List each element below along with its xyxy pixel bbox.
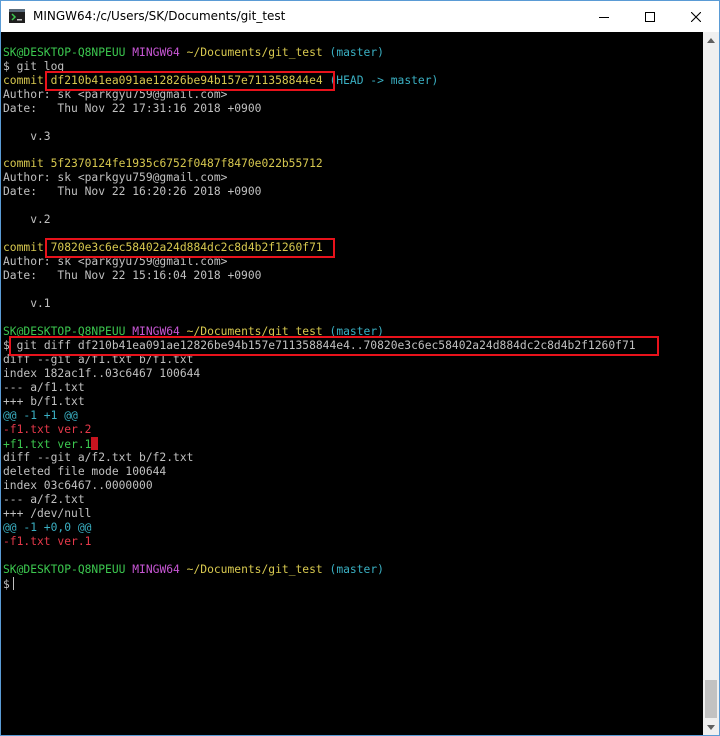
terminal-window: MINGW64:/c/Users/SK/Documents/git_test S… [0,0,720,736]
command-input-line[interactable]: $ [3,577,14,591]
text-cursor [12,577,14,590]
prompt-line: SK@DESKTOP-Q8NPEUU MINGW64 ~/Documents/g… [3,563,384,577]
diff-line: +++ /dev/null [3,507,91,521]
commit-line: commit 5f2370124fe1935c6752f0487f8470e02… [3,157,323,171]
commit-label: commit [3,241,44,254]
commit-hash: 5f2370124fe1935c6752f0487f8470e022b55712 [50,157,323,170]
diff-line: --- a/f1.txt [3,381,85,395]
prompt-branch: (master) [329,46,384,59]
commit-date: Date: Thu Nov 22 17:31:16 2018 +0900 [3,102,262,115]
prompt-user: SK@DESKTOP-Q8NPEUU [3,46,126,59]
vertical-scrollbar[interactable] [703,32,719,735]
diff-line-text: @@ -1 +1 @@ [3,409,78,422]
highlight-box-commit3-hash [45,238,335,258]
diff-line: +++ b/f1.txt [3,395,85,409]
diff-line: @@ -1 +1 @@ [3,409,78,423]
diff-line-text: -f1.txt ver.1 [3,535,92,548]
mingw-app-icon [9,9,25,23]
diff-line: -f1.txt ver.1 [3,535,91,549]
diff-line-text: @@ -1 +0,0 @@ [3,521,92,534]
block-cursor [91,437,99,450]
scroll-down-button[interactable] [703,719,719,735]
diff-line-text: index 182ac1f..03c6467 100644 [3,367,201,380]
scrollbar-thumb[interactable] [705,680,717,718]
diff-line: diff --git a/f2.txt b/f2.txt [3,451,193,465]
commit-author: Author: sk <parkgyu759@gmail.com> [3,171,228,184]
prompt-path: ~/Documents/git_test [186,563,323,576]
commit-message: v.3 [3,130,51,143]
prompt-path: ~/Documents/git_test [186,46,323,59]
diff-line-text: --- a/f2.txt [3,493,85,506]
diff-line-text: deleted file mode 100644 [3,465,167,478]
diff-line: @@ -1 +0,0 @@ [3,521,91,535]
title-bar[interactable]: MINGW64:/c/Users/SK/Documents/git_test [1,1,719,32]
scroll-up-button[interactable] [703,32,719,48]
prompt-user: SK@DESKTOP-Q8NPEUU [3,563,126,576]
prompt-line: SK@DESKTOP-Q8NPEUU MINGW64 ~/Documents/g… [3,46,384,60]
commit-ref: (HEAD -> master) [329,74,439,87]
window-title: MINGW64:/c/Users/SK/Documents/git_test [33,9,286,23]
diff-line-text: diff --git a/f2.txt b/f2.txt [3,451,194,464]
diff-line: --- a/f2.txt [3,493,85,507]
diff-line-text: +++ b/f1.txt [3,395,85,408]
prompt-branch: (master) [329,563,384,576]
highlight-box-commit1-hash [45,71,335,91]
prompt-dollar: $ [3,578,10,591]
terminal-output[interactable]: SK@DESKTOP-Q8NPEUU MINGW64 ~/Documents/g… [1,32,703,735]
commit-date: Date: Thu Nov 22 15:16:04 2018 +0900 [3,269,262,282]
maximize-button[interactable] [627,1,673,32]
diff-line: index 03c6467..0000000 [3,479,153,493]
prompt-env: MINGW64 [132,46,180,59]
maximize-icon [645,11,655,22]
commit-label: commit [3,157,44,170]
diff-line: deleted file mode 100644 [3,465,166,479]
diff-line-text: +f1.txt ver.1 [3,438,92,451]
diff-line-text: --- a/f1.txt [3,381,85,394]
commit-label: commit [3,74,44,87]
highlight-box-diff-command [9,336,659,356]
diff-line-text: +++ /dev/null [3,507,92,520]
diff-line-text: -f1.txt ver.2 [3,423,92,436]
diff-line: -f1.txt ver.2 [3,423,91,437]
diff-line: index 182ac1f..03c6467 100644 [3,367,200,381]
commit-message: v.1 [3,297,51,310]
commit-message: v.2 [3,213,51,226]
diff-line: +f1.txt ver.1 [3,437,99,451]
close-button[interactable] [673,1,719,32]
commit-date: Date: Thu Nov 22 16:20:26 2018 +0900 [3,185,262,198]
minimize-button[interactable] [581,1,627,32]
close-icon [691,11,701,22]
diff-line-text: index 03c6467..0000000 [3,479,153,492]
minimize-icon [599,16,609,18]
prompt-env: MINGW64 [132,563,180,576]
chevron-down-icon [707,724,715,730]
chevron-up-icon [707,37,715,43]
